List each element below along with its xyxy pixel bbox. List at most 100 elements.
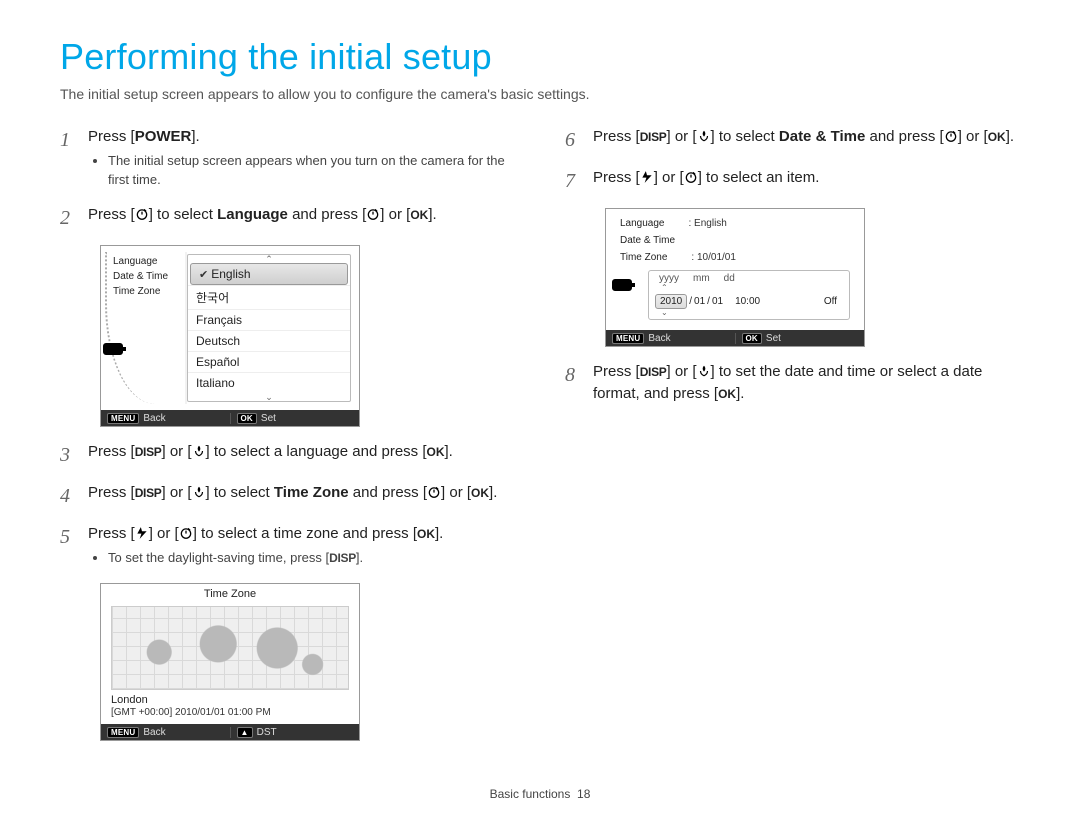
footer-dst: DST [257,727,277,738]
flash-icon [135,526,149,540]
text: and press [ [865,128,943,145]
language-option: Español [188,351,350,372]
step-2: 2 Press [] to select Language and press … [60,204,515,233]
text: Press [ [88,443,135,460]
city-label: London [111,694,349,706]
language-option: Français [188,309,350,330]
sep: / [707,296,710,307]
macro-icon [192,485,206,499]
text: ]. [356,550,363,565]
gmt-label: [GMT +00:00] 2010/01/01 01:00 PM [111,707,349,718]
screen-datetime: Language: English Date & Time Time Zone:… [605,208,865,347]
step-3: 3 Press [DISP] or [ ] to select a languag… [60,441,515,470]
ok-icon: OK [471,485,489,502]
screen-title: Time Zone [101,584,359,606]
text: ] or [ [958,128,988,145]
text: Press [ [88,128,135,145]
text: and press [ [288,206,366,223]
menu-icon: MENU [612,333,644,344]
step-5: 5 Press [] or [] to select a time zone a… [60,523,515,571]
scroll-down-icon: ⌄ [655,309,843,317]
step-7: 7 Press [] or [] to select an item. [565,167,1020,196]
text: ] to select [149,206,217,223]
ok-icon: OK [718,386,736,403]
lbl-day: dd [724,273,735,284]
text: ] to select a time zone and press [ [193,525,417,542]
text: ] or [ [667,363,697,380]
title-part1: Performing [60,36,238,77]
step5-bullet: To set the daylight-saving time, press [… [108,549,515,568]
text: ] or [ [149,525,179,542]
text: ]. [1006,128,1014,145]
step-num: 3 [60,441,82,470]
v: : English [689,218,727,229]
language-list: ⌃ ✔English 한국어 Français Deutsch Español … [187,254,351,402]
macro-icon [697,364,711,378]
text: ]. [489,484,497,501]
text: ] or [ [441,484,471,501]
step-num: 2 [60,204,82,233]
step-1: 1 Press [POWER]. The initial setup scree… [60,126,515,192]
step-4: 4 Press [DISP] or [] to select Time Zone… [60,482,515,511]
step1-bullet: The initial setup screen appears when yo… [108,152,515,190]
language-option-selected: ✔English [190,263,348,285]
text: ] or [ [380,206,410,223]
world-map [111,606,349,690]
footer-set: Set [766,333,781,344]
text: ] or [ [667,128,697,145]
page-title: Performing the initial setup [60,36,1020,78]
text: Press [ [88,484,135,501]
check-icon: ✔ [199,269,208,281]
language-option: Deutsch [188,330,350,351]
screen-language: Language Date & Time Time Zone ⌃ ✔Englis… [100,245,360,427]
time-field: 10:00 [735,296,760,307]
step-num: 7 [565,167,587,196]
disp-icon: DISP [640,129,667,146]
k: Time Zone [620,252,667,263]
timezone-label: Time Zone [274,484,349,501]
opt-label: English [211,267,250,281]
macro-icon [192,444,206,458]
page-footer: Basic functions 18 [0,787,1080,801]
footer-section: Basic functions [490,787,571,801]
timer-icon [427,485,441,499]
disp-icon: DISP [135,485,162,502]
v: : 10/01/01 [691,252,735,263]
footer-back: Back [143,413,165,424]
timer-icon [684,170,698,184]
scroll-up-icon: ⌃ [188,255,350,263]
disp-icon: DISP [640,364,667,381]
footer-set: Set [261,413,276,424]
disp-icon: DISP [135,444,162,461]
text: ]. [736,385,744,402]
language-label: Language [217,206,288,223]
year-field: 2010 [655,294,687,309]
language-option: 한국어 [188,285,350,309]
title-part2: the initial setup [248,36,492,77]
timer-icon [179,526,193,540]
text: ]. [191,128,199,145]
up-triangle-icon: ▲ [237,727,253,738]
footer-page: 18 [577,787,590,801]
footer-back: Back [648,333,670,344]
text: Press [ [593,363,640,380]
disp-icon: DISP [329,550,356,567]
ok-icon: OK [427,444,445,461]
sep: / [689,296,692,307]
text: ]. [435,525,443,542]
power-label: POWER [135,128,192,145]
ok-icon: OK [410,207,428,224]
scroll-down-icon: ⌄ [188,393,350,401]
step-num: 4 [60,482,82,511]
menu-icon: MENU [107,413,139,424]
text: ] or [ [162,443,192,460]
text: ]. [428,206,436,223]
screen-timezone: Time Zone London [GMT +00:00] 2010/01/01… [100,583,360,741]
text: ] to select a language and press [ [206,443,427,460]
timer-icon [135,207,149,221]
decorative-curve [105,252,155,404]
text: Press [ [593,128,640,145]
text: ] or [ [654,169,684,186]
ok-icon: OK [742,333,762,344]
lbl-month: mm [693,273,710,284]
